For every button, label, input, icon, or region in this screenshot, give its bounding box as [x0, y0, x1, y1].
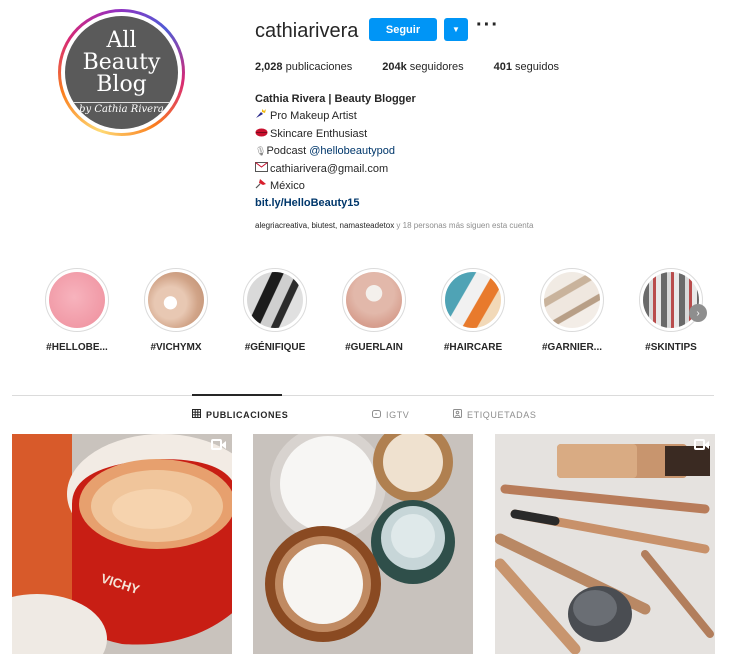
active-tab-indicator: [192, 394, 282, 396]
bio-line: Skincare Enthusiast: [255, 126, 416, 143]
highlight-haircare[interactable]: #HAIRCARE: [436, 268, 510, 353]
pushpin-icon: [255, 178, 270, 195]
sparkle-brush-icon: [255, 108, 270, 125]
highlight-cover: [346, 272, 402, 328]
post-thumbnail[interactable]: [495, 434, 715, 654]
profile-bio: Cathia Rivera | Beauty Blogger Pro Makeu…: [255, 91, 416, 213]
chevron-right-icon: ›: [696, 307, 700, 319]
grid-icon: [192, 409, 201, 421]
post-thumbnail[interactable]: [253, 434, 473, 654]
posts-count: 2,028 publicaciones: [255, 61, 353, 73]
podcast-mention-link[interactable]: @hellobeautypod: [309, 145, 395, 157]
highlight-label: #HAIRCARE: [443, 342, 503, 353]
highlight-cover: [148, 272, 204, 328]
post-image-cream-jars: [253, 434, 473, 654]
profile-username: cathiarivera: [255, 20, 359, 42]
highlight-cover: [247, 272, 303, 328]
post-thumbnail[interactable]: VICHY: [12, 434, 232, 654]
highlight-label: #GARNIER...: [541, 342, 602, 353]
profile-stats: 2,028 publicaciones 204k seguidores 401 …: [255, 61, 589, 73]
chevron-down-icon: ▼: [452, 25, 460, 34]
bio-line: México: [255, 178, 416, 195]
follow-button[interactable]: Seguir: [369, 18, 437, 41]
highlight-label: #GÉNIFIQUE: [244, 342, 306, 353]
lips-icon: [255, 126, 270, 143]
post-image-red-jar: VICHY: [12, 434, 232, 654]
avatar-logo: All Beauty Blog by Cathia Rivera: [65, 16, 178, 129]
bio-line: cathiarivera@gmail.com: [255, 161, 416, 178]
following-count[interactable]: 401 seguidos: [494, 61, 559, 73]
bio-full-name: Cathia Rivera | Beauty Blogger: [255, 93, 416, 105]
highlight-vichymx[interactable]: #VICHYMX: [139, 268, 213, 353]
tab-igtv[interactable]: IGTV: [372, 409, 409, 421]
tab-publicaciones[interactable]: PUBLICACIONES: [192, 409, 288, 421]
tab-etiquetadas[interactable]: ETIQUETADAS: [453, 409, 536, 421]
highlight-hellobeauty[interactable]: #HELLOBE...: [40, 268, 114, 353]
highlight-garnier[interactable]: #GARNIER...: [535, 268, 609, 353]
highlight-guerlain[interactable]: #GUERLAIN: [337, 268, 411, 353]
highlight-cover: [445, 272, 501, 328]
highlight-label: #GUERLAIN: [345, 342, 403, 353]
suggestions-dropdown-button[interactable]: ▼: [444, 18, 468, 41]
highlight-cover: [49, 272, 105, 328]
video-post-icon: [211, 439, 226, 450]
highlight-cover: [544, 272, 600, 328]
followed-by-text[interactable]: alegriacreativa, biutest, namasteadetox …: [255, 221, 533, 230]
highlight-label: #HELLOBE...: [46, 342, 108, 353]
highlight-label: #VICHYMX: [150, 342, 202, 353]
highlights-next-button[interactable]: ›: [689, 304, 707, 322]
bio-website-link[interactable]: bit.ly/HelloBeauty15: [255, 195, 416, 212]
igtv-icon: [372, 409, 381, 421]
microphone-icon: 🎙: [255, 146, 267, 157]
post-image-makeup-pens: [495, 434, 715, 654]
more-options-button[interactable]: ···: [476, 15, 500, 41]
tagged-icon: [453, 409, 462, 421]
highlight-cover: [643, 272, 699, 328]
profile-avatar[interactable]: All Beauty Blog by Cathia Rivera: [58, 9, 185, 136]
video-post-icon: [694, 439, 709, 450]
followers-count[interactable]: 204k seguidores: [382, 61, 463, 73]
tabs-divider: [12, 395, 714, 396]
bio-line: Pro Makeup Artist: [255, 108, 416, 125]
highlight-label: #SKINTIPS: [645, 342, 697, 353]
highlight-genifique[interactable]: #GÉNIFIQUE: [238, 268, 312, 353]
envelope-icon: [255, 161, 270, 178]
more-dots-icon: ···: [476, 14, 499, 36]
bio-line: 🎙Podcast @hellobeautypod: [255, 145, 396, 158]
